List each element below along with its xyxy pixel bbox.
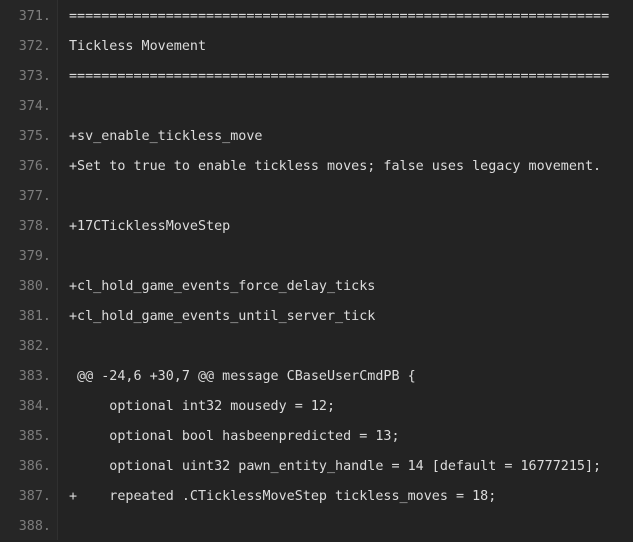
line-number: 386. bbox=[18, 459, 51, 474]
line-number: 371. bbox=[18, 9, 51, 24]
line-text: ========================================… bbox=[69, 9, 610, 24]
line-number: 373. bbox=[18, 69, 51, 84]
line-number: 384. bbox=[18, 399, 51, 414]
line-number: 378. bbox=[18, 219, 51, 234]
code-line: 374. bbox=[0, 92, 633, 122]
line-number: 383. bbox=[18, 369, 51, 384]
line-number: 380. bbox=[18, 279, 51, 294]
code-line: 379. bbox=[0, 242, 633, 272]
code-line: 381. +cl_hold_game_events_until_server_ti… bbox=[0, 302, 633, 332]
line-text: +sv_enable_tickless_move bbox=[69, 129, 263, 144]
line-number: 379. bbox=[18, 249, 51, 264]
line-text: +17CTicklessMoveStep bbox=[69, 219, 231, 234]
code-line: 375. +sv_enable_tickless_move bbox=[0, 122, 633, 152]
code-line: 385. optional bool hasbeenpredicted = 13… bbox=[0, 422, 633, 452]
code-line: 373. ====================================… bbox=[0, 62, 633, 92]
line-text: +Set to true to enable tickless moves; f… bbox=[69, 159, 602, 174]
line-number: 372. bbox=[18, 39, 51, 54]
code-line: 371. ====================================… bbox=[0, 2, 633, 32]
code-viewer: 371. ====================================… bbox=[0, 0, 633, 540]
line-text: +cl_hold_game_events_force_delay_ticks bbox=[69, 279, 376, 294]
line-text: optional bool hasbeenpredicted = 13; bbox=[69, 429, 400, 444]
line-number: 382. bbox=[18, 339, 51, 354]
code-line: 387. + repeated .CTicklessMoveStep tickle… bbox=[0, 482, 633, 512]
line-text: ========================================… bbox=[69, 69, 610, 84]
line-text: optional int32 mousedy = 12; bbox=[69, 399, 336, 414]
code-line: 384. optional int32 mousedy = 12; bbox=[0, 392, 633, 422]
code-line: 386. optional uint32 pawn_entity_handle … bbox=[0, 452, 633, 482]
code-line: 372. Tickless Movement bbox=[0, 32, 633, 62]
line-number: 375. bbox=[18, 129, 51, 144]
line-number: 381. bbox=[18, 309, 51, 324]
line-number: 376. bbox=[18, 159, 51, 174]
line-text: + repeated .CTicklessMoveStep tickless_m… bbox=[69, 489, 497, 504]
code-line: 378. +17CTicklessMoveStep bbox=[0, 212, 633, 242]
line-number: 377. bbox=[18, 189, 51, 204]
code-line: 380. +cl_hold_game_events_force_delay_tic… bbox=[0, 272, 633, 302]
line-number: 387. bbox=[18, 489, 51, 504]
code-line: 383. @@ -24,6 +30,7 @@ message CBaseUser… bbox=[0, 362, 633, 392]
line-text: +cl_hold_game_events_until_server_tick bbox=[69, 309, 376, 324]
line-number: 388. bbox=[18, 519, 51, 534]
line-text: @@ -24,6 +30,7 @@ message CBaseUserCmdPB… bbox=[69, 369, 416, 384]
code-line: 388. bbox=[0, 512, 633, 542]
line-text: optional uint32 pawn_entity_handle = 14 … bbox=[69, 459, 602, 474]
line-number: 374. bbox=[18, 99, 51, 114]
code-line: 377. bbox=[0, 182, 633, 212]
code-line: 382. bbox=[0, 332, 633, 362]
line-number: 385. bbox=[18, 429, 51, 444]
code-line: 376. +Set to true to enable tickless move… bbox=[0, 152, 633, 182]
line-text: Tickless Movement bbox=[69, 39, 207, 54]
